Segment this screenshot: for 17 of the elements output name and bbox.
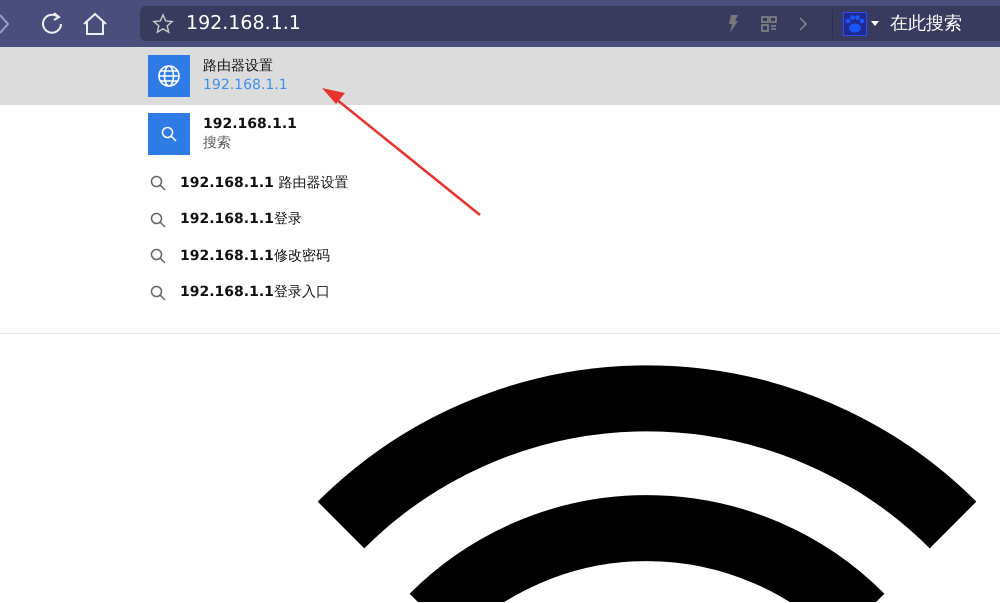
suggestion-subtitle: 搜索 (203, 134, 232, 153)
suggestion-item[interactable]: 192.168.1.1 搜索 (0, 105, 1000, 163)
suggestion-item[interactable]: 192.168.1.1修改密码 (0, 238, 1000, 274)
suggestion-item[interactable]: 192.168.1.1登录 (0, 202, 1000, 238)
address-field[interactable]: 192.168.1.1 (174, 9, 674, 38)
suggestion-title: 192.168.1.1 (203, 115, 297, 134)
suggestion-url: 192.168.1.1 (203, 76, 288, 95)
address-bar[interactable]: 192.168.1.1 在此搜索 (140, 6, 1000, 41)
suggestion-item[interactable]: 192.168.1.1 路由器设置 (0, 165, 1000, 202)
suggestion-title: 路由器设置 (203, 57, 274, 76)
suggestion-text: 192.168.1.1修改密码 (180, 246, 330, 266)
suggestion-text: 192.168.1.1登录 (180, 210, 302, 230)
suggestion-text: 192.168.1.1登录入口 (180, 283, 330, 302)
suggestion-item[interactable]: 路由器设置 192.168.1.1 (0, 47, 1000, 105)
suggestion-text: 192.168.1.1 路由器设置 (180, 174, 348, 193)
suggestion-item[interactable]: 192.168.1.1登录入口 (0, 274, 1000, 311)
search-field[interactable]: 在此搜索 (890, 10, 1000, 37)
